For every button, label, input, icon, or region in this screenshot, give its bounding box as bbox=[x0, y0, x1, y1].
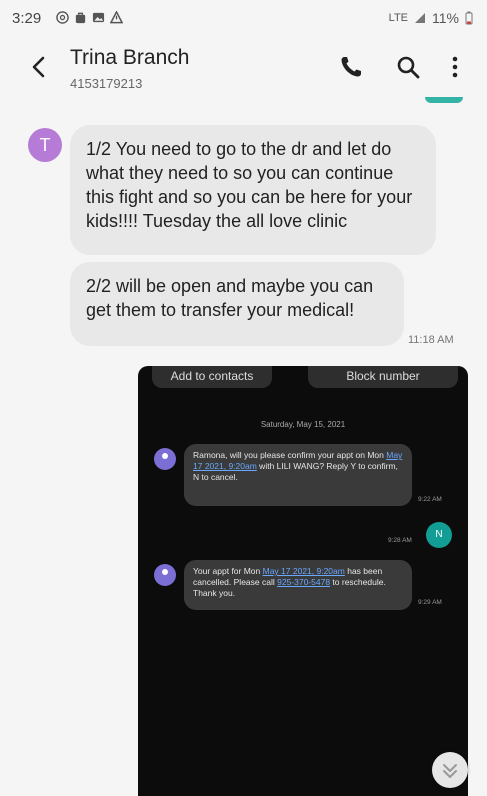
message-bubble[interactable]: 2/2 will be open and maybe you can get t… bbox=[70, 262, 404, 346]
battery-icon bbox=[465, 11, 473, 25]
status-right: LTE 11% bbox=[389, 10, 473, 26]
conversation-header: Trina Branch 4153179213 bbox=[0, 34, 487, 102]
message-timestamp: 11:18 AM bbox=[408, 334, 454, 346]
previous-message-edge bbox=[425, 97, 463, 103]
attachment-message-text: Your appt for Mon bbox=[193, 566, 263, 576]
image-attachment[interactable]: Add to contacts Block number Saturday, M… bbox=[138, 366, 468, 796]
user-avatar: N bbox=[426, 522, 452, 548]
more-vert-icon[interactable] bbox=[442, 54, 468, 80]
attachment-timestamp: 9:22 AM bbox=[418, 496, 442, 503]
search-icon[interactable] bbox=[395, 54, 421, 80]
phone-link: 925-370-5478 bbox=[277, 577, 331, 587]
network-label: LTE bbox=[388, 12, 409, 24]
date-link: May 17 2021, 9:20am bbox=[262, 566, 345, 576]
add-to-contacts-button: Add to contacts bbox=[152, 366, 272, 388]
status-bar: 3:29 LTE 11% bbox=[0, 0, 487, 34]
attachment-message: Your appt for Mon May 17 2021, 9:20am ha… bbox=[184, 560, 412, 610]
sender-avatar bbox=[154, 564, 176, 586]
attachment-message: Ramona, will you please confirm your app… bbox=[184, 444, 412, 506]
phone-icon[interactable] bbox=[338, 54, 364, 80]
scroll-to-bottom-button[interactable] bbox=[432, 752, 468, 788]
battery-percent: 11% bbox=[432, 10, 459, 26]
message-bubble[interactable]: 1/2 You need to go to the dr and let do … bbox=[70, 125, 436, 255]
signal-icon bbox=[415, 13, 426, 23]
contact-number: 4153179213 bbox=[70, 76, 143, 91]
status-time: 3:29 bbox=[12, 10, 42, 27]
chevron-down-icon bbox=[443, 764, 457, 778]
contact-name[interactable]: Trina Branch bbox=[70, 46, 189, 70]
bag-icon bbox=[75, 12, 86, 24]
contact-avatar[interactable]: T bbox=[28, 128, 62, 162]
back-arrow-icon[interactable] bbox=[24, 52, 54, 82]
sender-avatar bbox=[154, 448, 176, 470]
attachment-message-text: Ramona, will you please confirm your app… bbox=[193, 450, 387, 460]
at-sign-icon bbox=[56, 11, 69, 24]
attachment-timestamp: 9:29 AM bbox=[418, 599, 442, 606]
block-number-button: Block number bbox=[308, 366, 458, 388]
image-icon bbox=[92, 12, 105, 23]
notification-icons bbox=[56, 11, 123, 24]
warning-icon bbox=[110, 11, 123, 24]
attachment-timestamp: 9:28 AM bbox=[388, 537, 412, 544]
conversation-date: Saturday, May 15, 2021 bbox=[260, 420, 346, 429]
